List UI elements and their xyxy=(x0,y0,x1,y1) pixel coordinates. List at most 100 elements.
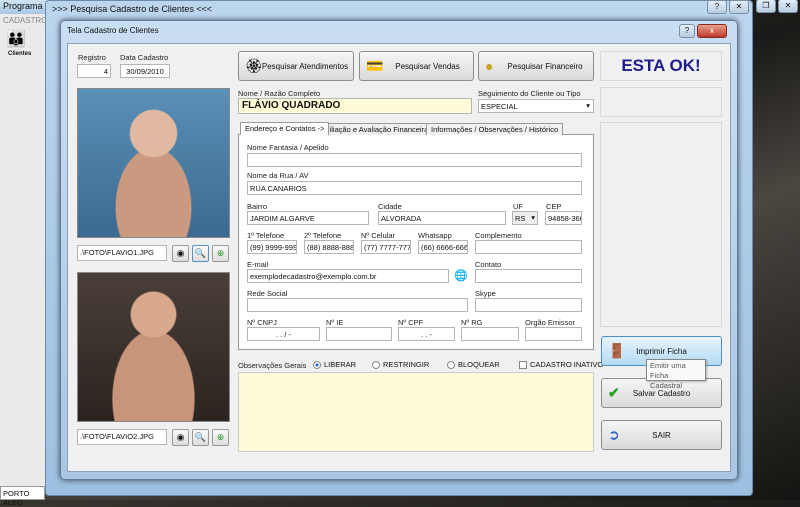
radio-icon xyxy=(447,360,455,369)
segmento-value: ESPECIAL xyxy=(481,102,518,111)
whatsapp-label: Whatsapp xyxy=(418,231,452,240)
zoom-icon[interactable]: 🔍 xyxy=(192,245,209,262)
pesquisar-financeiro-button[interactable]: ● Pesquisar Financeiro xyxy=(478,51,594,81)
bairro-label: Bairro xyxy=(247,202,268,211)
observacoes-textarea[interactable] xyxy=(238,372,594,452)
cnpj-label: Nº CNPJ xyxy=(247,318,277,327)
radio-checked-icon xyxy=(313,360,321,369)
search-window-title: >>> Pesquisa Cadastro de Clientes <<< xyxy=(52,4,213,14)
radio-liberar[interactable]: LIBERAR xyxy=(313,360,356,369)
search-close-button[interactable]: ✕ xyxy=(729,0,749,14)
client-photo-1 xyxy=(77,88,230,238)
fantasia-label: Nome Fantasia / Apelido xyxy=(247,143,329,152)
tab-informacoes[interactable]: Informações / Observações / Histórico xyxy=(426,123,564,135)
email-label: E-mail xyxy=(247,260,269,269)
orgao-field[interactable] xyxy=(525,327,582,341)
print-person-icon: 🚪 xyxy=(608,342,626,359)
ie-field[interactable] xyxy=(326,327,392,341)
whatsapp-field[interactable]: (66) 6666-6666 xyxy=(418,240,468,254)
radio-bloquear[interactable]: BLOQUEAR xyxy=(447,360,500,369)
coin-icon: ● xyxy=(485,58,494,74)
chevron-down-icon: ▾ xyxy=(586,101,590,110)
cpf-field[interactable]: . . - xyxy=(398,327,455,341)
radio-icon xyxy=(372,360,380,369)
radio-label: BLOQUEAR xyxy=(458,360,500,369)
tab-endereco[interactable]: Endereço e Contatos -> xyxy=(240,122,330,135)
pesquisar-vendas-button[interactable]: 💳 Pesquisar Vendas xyxy=(359,51,474,81)
add-icon[interactable]: ⊕ xyxy=(212,429,229,446)
tel2-label: 2º Telefone xyxy=(304,231,342,240)
observacoes-label: Observações Gerais xyxy=(238,361,307,370)
button-label: SAIR xyxy=(652,430,671,440)
cidade-field[interactable]: ALVORADA xyxy=(378,211,506,225)
restore-button[interactable]: ❐ xyxy=(756,0,776,13)
radio-label: RESTRINGIR xyxy=(383,360,430,369)
rede-field[interactable] xyxy=(247,298,468,312)
status-city: PORTO ALEG xyxy=(0,486,45,507)
complemento-field[interactable] xyxy=(475,240,582,254)
skype-label: Skype xyxy=(475,289,496,298)
orgao-label: Orgão Emissor xyxy=(525,318,576,327)
button-label: Pesquisar Financeiro xyxy=(507,61,583,71)
cep-label: CEP xyxy=(546,202,562,211)
tab-filiacao[interactable]: Filiação e Avaliação Financeira -> xyxy=(320,123,443,135)
segmento-label: Seguimento do Cliente ou Tipo xyxy=(478,89,581,98)
rg-field[interactable] xyxy=(461,327,519,341)
data-cadastro-field[interactable]: 30/09/2010 xyxy=(120,64,170,78)
rua-field[interactable]: RUA CANARIOS xyxy=(247,181,582,195)
registro-field[interactable]: 4 xyxy=(77,64,111,78)
client-photo-2 xyxy=(77,272,230,422)
uf-select[interactable]: RS ▾ xyxy=(512,211,538,225)
zoom-icon[interactable]: 🔍 xyxy=(192,429,209,446)
celular-field[interactable]: (77) 7777-7779 xyxy=(361,240,411,254)
tel1-field[interactable]: (99) 9999-9999 xyxy=(247,240,297,254)
segmento-select[interactable]: ESPECIAL ▾ xyxy=(478,99,594,113)
registro-label: Registro xyxy=(78,53,106,62)
complemento-label: Complemento xyxy=(475,231,522,240)
webcam-icon[interactable]: ◉ xyxy=(172,429,189,446)
dialog-help-button[interactable]: ? xyxy=(679,24,695,38)
webcam-icon[interactable]: ◉ xyxy=(172,245,189,262)
sair-button[interactable]: ➲ SAIR xyxy=(601,420,722,450)
photo-2-path-field[interactable]: .\FOTO\FLAVIO2.JPG xyxy=(77,429,167,445)
data-cadastro-label: Data Cadastro xyxy=(120,53,169,62)
bairro-field[interactable]: JARDIM ALGARVE xyxy=(247,211,369,225)
contato-field[interactable] xyxy=(475,269,582,283)
cpf-label: Nº CPF xyxy=(398,318,424,327)
skype-field[interactable] xyxy=(475,298,582,312)
rua-label: Nome da Rua / AV xyxy=(247,171,309,180)
rg-label: Nº RG xyxy=(461,318,483,327)
chevron-down-icon: ▾ xyxy=(531,213,535,222)
info-panel xyxy=(600,87,722,117)
checkbox-icon xyxy=(519,360,527,369)
nome-field[interactable]: FLÁVIO QUADRADO xyxy=(238,98,472,114)
cidade-label: Cidade xyxy=(378,202,402,211)
info-panel-2 xyxy=(600,122,722,327)
tel2-field[interactable]: (88) 8888-8889 xyxy=(304,240,354,254)
nome-label: Nome / Razão Completo xyxy=(238,89,321,98)
email-field[interactable]: exemplodecadastro@exemplo.com.br xyxy=(247,269,449,283)
cadastro-inativo-checkbox[interactable]: CADASTRO INATIVO xyxy=(519,360,603,369)
send-email-icon[interactable]: 🌐 xyxy=(454,269,468,282)
cep-field[interactable]: 94858-360 xyxy=(545,211,582,225)
button-label: Pesquisar Vendas xyxy=(395,61,460,71)
radio-restringir[interactable]: RESTRINGIR xyxy=(372,360,429,369)
tooltip: Emitir uma Ficha Cadastral xyxy=(646,359,706,390)
card-icon: 💳 xyxy=(366,57,384,74)
status-panel: ESTA OK! xyxy=(600,51,722,81)
photo-1-path-field[interactable]: .\FOTO\FLAVIO1.JPG xyxy=(77,245,167,261)
search-help-button[interactable]: ? xyxy=(707,0,727,14)
button-label: Pesquisar Atendimentos xyxy=(261,61,349,71)
pesquisar-atendimentos-button[interactable]: 🏵 Pesquisar Atendimentos xyxy=(238,51,354,81)
uf-value: RS xyxy=(515,214,526,223)
celular-label: Nº Celular xyxy=(361,231,395,240)
add-icon[interactable]: ⊕ xyxy=(212,245,229,262)
app-close-button[interactable]: ✕ xyxy=(778,0,798,13)
contato-label: Contato xyxy=(475,260,502,269)
cnpj-field[interactable]: . . / - xyxy=(247,327,320,341)
dialog-close-button[interactable]: x xyxy=(697,24,727,38)
fantasia-field[interactable] xyxy=(247,153,582,167)
button-label: Imprimir Ficha xyxy=(636,346,687,356)
tel1-label: 1º Telefone xyxy=(247,231,285,240)
rede-label: Rede Social xyxy=(247,289,288,298)
